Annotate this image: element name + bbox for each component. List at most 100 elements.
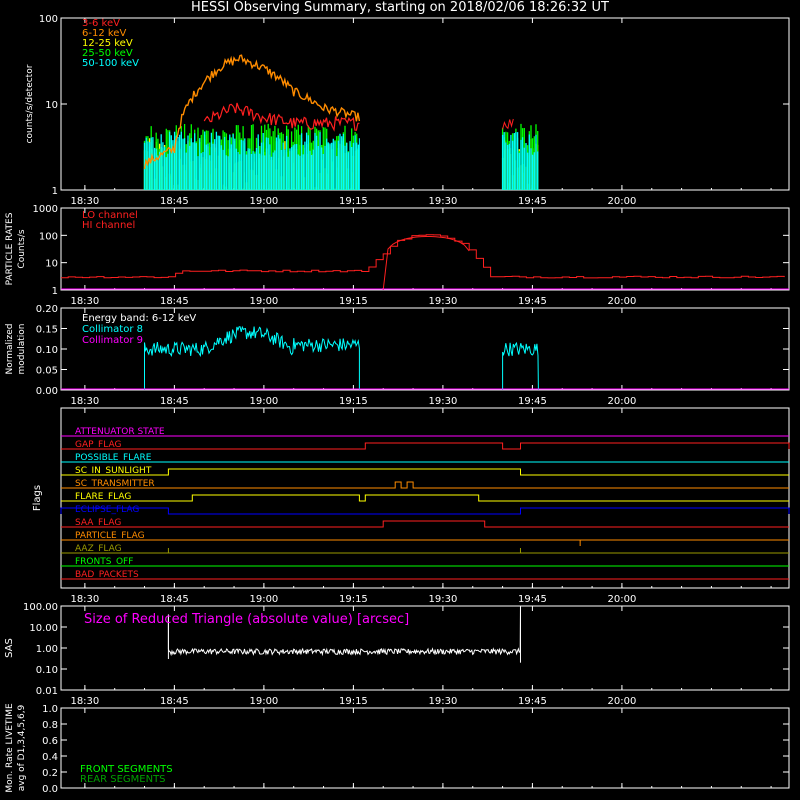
flag-label-11: BAD_PACKETS xyxy=(75,570,139,580)
y-axis-label-counts: counts/s/detector xyxy=(25,64,35,143)
legend-modulation-2: Collimator 9 xyxy=(82,335,143,346)
y-tick-label: 0.0 xyxy=(42,784,58,795)
x-tick-label: 18:45 xyxy=(160,696,189,707)
x-tick-label: 18:45 xyxy=(160,396,189,407)
legend-particle-1: HI channel xyxy=(82,220,135,231)
x-tick-label: 18:45 xyxy=(160,296,189,307)
y-tick-label: 0.4 xyxy=(42,752,58,763)
y-tick-label: 0.2 xyxy=(42,768,58,779)
x-tick-label: 19:45 xyxy=(518,594,547,605)
y-tick-label: 1 xyxy=(52,186,58,197)
y-tick-label: 1 xyxy=(52,286,58,297)
x-tick-label: 19:30 xyxy=(428,396,457,407)
y-tick-label: 0.00 xyxy=(36,386,58,397)
x-tick-label: 18:30 xyxy=(70,396,99,407)
y-tick-label: 10 xyxy=(45,259,58,270)
legend-counts-4: 50-100 keV xyxy=(82,58,139,69)
x-tick-label: 19:15 xyxy=(339,696,368,707)
flag-label-4: SC_TRANSMITTER xyxy=(75,479,155,489)
flag-label-5: FLARE_FLAG xyxy=(75,492,131,502)
y-tick-label: 100 xyxy=(39,231,58,242)
x-tick-label: 18:30 xyxy=(70,594,99,605)
y-axis-label-modulation-2: modulation xyxy=(17,324,27,375)
x-tick-label: 19:45 xyxy=(518,196,547,207)
x-tick-label: 20:00 xyxy=(608,296,637,307)
y-tick-label: 100.00 xyxy=(23,602,58,613)
panel-frame-4 xyxy=(60,407,790,589)
y-tick-label: 0.8 xyxy=(42,720,58,731)
flag-label-0: ATTENUATOR STATE xyxy=(75,427,165,437)
x-tick-label: 19:15 xyxy=(339,594,368,605)
y-axis-label-particle-units: Counts/s xyxy=(17,229,27,268)
flag-line-4 xyxy=(61,481,789,489)
x-tick-label: 19:45 xyxy=(518,296,547,307)
flag-line-6 xyxy=(60,507,790,515)
flag-label-10: FRONTS_OFF xyxy=(75,557,133,567)
x-tick-label: 19:15 xyxy=(339,396,368,407)
x-tick-label: 19:15 xyxy=(339,296,368,307)
flag-line-5 xyxy=(61,494,789,502)
flag-label-3: SC_IN_SUNLIGHT xyxy=(75,466,152,476)
x-tick-label: 20:00 xyxy=(608,696,637,707)
y-axis-label-modulation: Normalized xyxy=(5,323,15,374)
y-tick-label: 0.20 xyxy=(36,304,58,315)
x-tick-label: 19:00 xyxy=(249,296,278,307)
flag-line-3 xyxy=(61,468,789,476)
flag-line-7 xyxy=(61,520,789,528)
x-tick-label: 19:30 xyxy=(428,594,457,605)
hi-channel-curve xyxy=(382,236,470,291)
collimator-8-curve xyxy=(144,325,360,390)
x-tick-label: 19:30 xyxy=(428,196,457,207)
flag-label-9: AAZ_FLAG xyxy=(75,544,122,554)
y-tick-label: 100 xyxy=(39,14,58,25)
y-tick-label: 0.6 xyxy=(42,736,58,747)
x-tick-label: 19:00 xyxy=(249,196,278,207)
legend-livetime-1: REAR SEGMENTS xyxy=(80,774,166,785)
x-tick-label: 18:30 xyxy=(70,696,99,707)
band-3-6-curve xyxy=(203,102,360,132)
legend-modulation-1: Collimator 8 xyxy=(82,324,143,335)
legend-modulation-0: Energy band: 6-12 keV xyxy=(82,313,196,324)
flag-line-1 xyxy=(61,442,790,450)
y-tick-label: 0.10 xyxy=(36,665,58,676)
band-3-6-curve-late xyxy=(502,118,514,130)
collimator-8-curve xyxy=(502,341,539,391)
y-tick-label: 10 xyxy=(45,100,58,111)
flag-label-2: POSSIBLE_FLARE xyxy=(75,453,152,463)
flag-label-8: PARTICLE_FLAG xyxy=(75,531,145,541)
x-tick-label: 18:45 xyxy=(160,594,189,605)
summary-chart-stack: 110100counts/s/detector3-6 keV6-12 keV12… xyxy=(4,14,790,795)
y-axis-label-livetime: Mon. Rate LIVETIME xyxy=(5,703,15,793)
y-axis-label-flags: Flags xyxy=(32,485,43,511)
flag-label-1: GAP_FLAG xyxy=(75,440,121,450)
x-tick-label: 18:30 xyxy=(70,196,99,207)
y-tick-label: 1.0 xyxy=(42,704,58,715)
x-tick-label: 19:45 xyxy=(518,696,547,707)
x-tick-label: 19:45 xyxy=(518,396,547,407)
y-tick-label: 1000 xyxy=(33,204,58,215)
x-tick-label: 20:00 xyxy=(608,396,637,407)
lo-channel-curve xyxy=(61,234,785,279)
y-tick-label: 0.15 xyxy=(36,325,58,336)
y-axis-label-particle: PARTICLE RATES xyxy=(5,212,15,285)
x-tick-label: 19:00 xyxy=(249,396,278,407)
y-axis-label-sas: SAS xyxy=(4,638,15,658)
panel-frame-6 xyxy=(60,707,790,789)
x-tick-label: 20:00 xyxy=(608,196,637,207)
y-tick-label: 10.00 xyxy=(29,623,58,634)
flag-label-6: ECLIPSE_FLAG xyxy=(75,505,139,515)
y-tick-label: 0.10 xyxy=(36,345,58,356)
x-tick-label: 19:30 xyxy=(428,296,457,307)
x-tick-label: 19:00 xyxy=(249,696,278,707)
sas-annotation: Size of Reduced Triangle (absolute value… xyxy=(84,612,409,627)
x-tick-label: 18:45 xyxy=(160,196,189,207)
flag-label-7: SAA_FLAG xyxy=(75,518,121,528)
x-tick-label: 19:30 xyxy=(428,696,457,707)
x-tick-label: 20:00 xyxy=(608,594,637,605)
y-tick-label: 0.05 xyxy=(36,366,58,377)
x-tick-label: 18:30 xyxy=(70,296,99,307)
x-tick-label: 19:15 xyxy=(339,196,368,207)
y-tick-label: 0.01 xyxy=(36,686,58,697)
x-tick-label: 19:00 xyxy=(249,594,278,605)
y-axis-label-livetime-2: avg of D1,3,4,5,6,9 xyxy=(17,704,27,791)
